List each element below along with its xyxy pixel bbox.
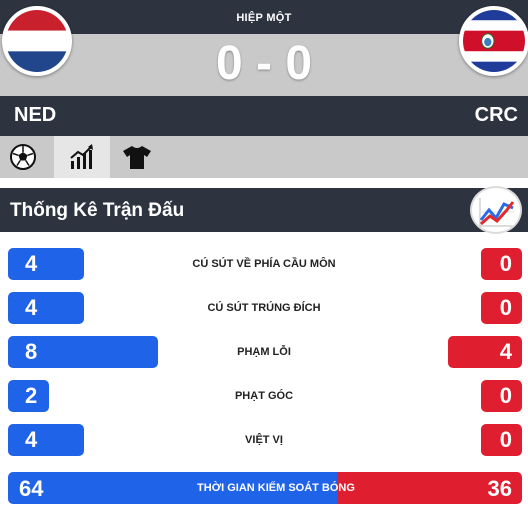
match-period: HIỆP MỘT (236, 12, 292, 24)
away-stat-value: 0 (481, 292, 522, 324)
tab-statistics[interactable] (54, 136, 110, 178)
stat-row: 2 PHẠT GÓC 0 (0, 380, 528, 414)
match-score: 0 - 0 (215, 37, 313, 90)
team-bar (0, 96, 528, 136)
home-stat-value: 4 (8, 248, 84, 280)
home-stat-value: 4 (8, 424, 84, 456)
away-stat-value: 0 (481, 248, 522, 280)
trend-chart-icon (470, 186, 522, 234)
possession-home-value: 64 (19, 476, 44, 501)
stat-row: 4 VIỆT VỊ 0 (0, 424, 528, 458)
stat-row: 8 PHẠM LỖI 4 (0, 336, 528, 370)
costa-rica-flag-icon (459, 6, 528, 76)
stat-label: PHẠM LỖI (237, 346, 291, 358)
netherlands-flag-icon (2, 6, 72, 76)
stats-title: Thống Kê Trận Đấu (10, 200, 185, 221)
home-stat-value: 2 (8, 380, 49, 412)
away-stat-value: 4 (448, 336, 522, 368)
away-stat-value: 0 (481, 380, 522, 412)
bar-chart-icon (70, 144, 93, 169)
stat-row: 4 CÚ SÚT TRÚNG ĐÍCH 0 (0, 292, 528, 326)
stat-label: CÚ SÚT TRÚNG ĐÍCH (207, 302, 321, 314)
away-team-code: CRC (474, 104, 518, 126)
stat-row: 4 CÚ SÚT VỀ PHÍA CẦU MÔN 0 (0, 248, 528, 282)
home-stat-value: 4 (8, 292, 84, 324)
soccer-ball-icon (10, 144, 36, 170)
possession-label: THỜI GIAN KIỂM SOÁT BÓNG (197, 482, 355, 494)
tab-events[interactable] (0, 136, 46, 178)
stat-label: VIỆT VỊ (245, 434, 283, 446)
away-stat-value: 0 (481, 424, 522, 456)
possession-bar: 64 THỜI GIAN KIỂM SOÁT BÓNG 36 (8, 472, 522, 504)
tab-lineups[interactable] (114, 136, 160, 178)
home-team-code: NED (14, 104, 57, 126)
jersey-icon (123, 146, 151, 169)
stat-label: PHẠT GÓC (234, 390, 294, 402)
stat-label: CÚ SÚT VỀ PHÍA CẦU MÔN (192, 258, 336, 270)
possession-away-value: 36 (487, 476, 512, 501)
